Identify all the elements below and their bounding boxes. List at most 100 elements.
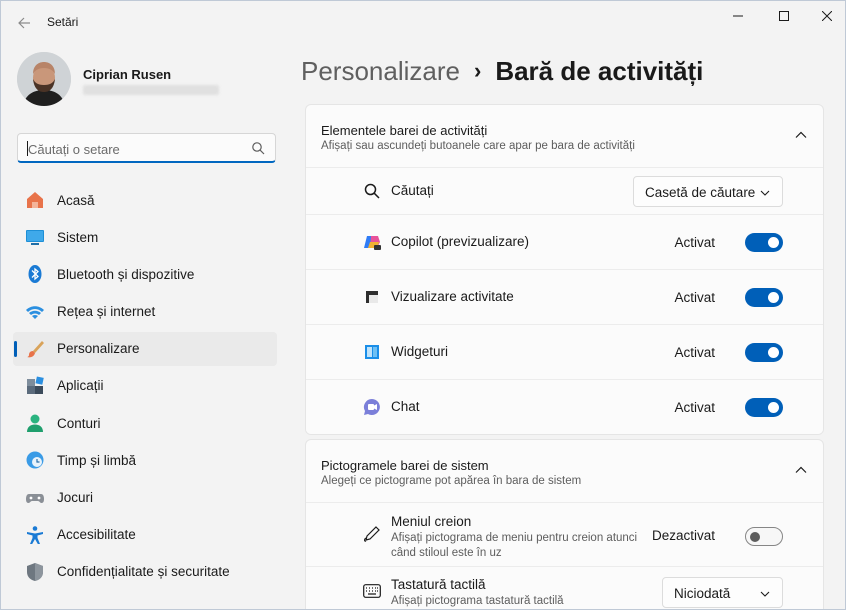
sidebar-item-time-language[interactable]: Timp și limbă — [13, 443, 277, 477]
app-title: Setări — [47, 15, 79, 29]
brush-icon — [25, 339, 45, 359]
copilot-toggle[interactable] — [745, 233, 783, 252]
taskbar-items-section: Elementele barei de activități Afișați s… — [305, 104, 824, 435]
task-view-toggle[interactable] — [745, 288, 783, 307]
copilot-icon — [363, 233, 381, 251]
sidebar-item-label: Acasă — [57, 192, 95, 208]
sidebar-item-label: Bluetooth și dispozitive — [57, 266, 195, 282]
toggle-state-label: Activat — [674, 290, 715, 305]
search-input[interactable] — [28, 140, 248, 158]
sidebar-item-personalization[interactable]: Personalizare — [13, 331, 277, 366]
section-title: Elementele barei de activități — [321, 123, 488, 138]
touch-keyboard-dropdown[interactable]: Niciodată — [662, 577, 783, 608]
maximize-button[interactable] — [761, 1, 807, 31]
clock-globe-icon — [25, 450, 45, 470]
section-header[interactable]: Elementele barei de activități Afișați s… — [306, 105, 823, 168]
sidebar-item-label: Rețea și internet — [57, 304, 156, 320]
system-tray-section: Pictogramele barei de sistem Alegeți ce … — [305, 439, 824, 609]
pen-menu-toggle[interactable] — [745, 527, 783, 546]
shield-icon — [25, 562, 45, 582]
home-icon — [25, 190, 45, 210]
person-icon — [25, 413, 45, 433]
dropdown-value: Casetă de căutare — [645, 185, 756, 200]
back-arrow-icon — [18, 17, 30, 29]
wifi-icon — [25, 302, 45, 322]
section-subtitle: Alegeți ce pictograme pot apărea în bara… — [321, 475, 582, 487]
sidebar-item-label: Timp și limbă — [57, 452, 137, 468]
accessibility-icon — [25, 525, 45, 545]
search-icon[interactable] — [251, 141, 265, 155]
setting-row-copilot: Copilot (previzualizare) Activat — [306, 215, 823, 270]
toggle-state-label: Activat — [674, 400, 715, 415]
setting-row-chat: Chat Activat — [306, 380, 823, 434]
section-title: Pictogramele barei de sistem — [321, 458, 489, 473]
setting-label: Tastatură tactilă — [391, 577, 486, 592]
setting-description: când stiloul este în uz — [391, 547, 502, 559]
toggle-state-label: Activat — [674, 235, 715, 250]
setting-label: Căutați — [391, 183, 434, 198]
sidebar-nav: Acasă Sistem Bluetooth și dispozitive Re… — [13, 183, 277, 592]
sidebar-item-label: Personalizare — [57, 341, 140, 357]
chevron-down-icon — [760, 190, 770, 196]
maximize-icon — [779, 11, 789, 21]
avatar[interactable] — [17, 52, 71, 106]
toggle-state-label: Dezactivat — [651, 528, 715, 543]
sidebar-item-home[interactable]: Acasă — [13, 183, 277, 217]
chevron-up-icon[interactable] — [795, 129, 807, 141]
title-bar: Setări — [1, 1, 845, 45]
sidebar-item-label: Accesibilitate — [57, 527, 136, 543]
profile-email-redacted — [83, 85, 219, 95]
chevron-up-icon[interactable] — [795, 464, 807, 476]
chevron-down-icon — [760, 591, 770, 597]
setting-row-touch-keyboard: Tastatură tactilă Afișați pictograma tas… — [306, 567, 823, 609]
minimize-button[interactable] — [715, 1, 761, 31]
setting-row-pen-menu: Meniul creion Afișați pictograma de meni… — [306, 503, 823, 567]
task-view-icon — [363, 288, 381, 306]
sidebar-item-privacy-security[interactable]: Confidențialitate și securitate — [13, 555, 277, 589]
gamepad-icon — [25, 488, 45, 508]
breadcrumb: Personalizare › Bară de activități — [301, 53, 703, 89]
toggle-state-label: Activat — [674, 345, 715, 360]
setting-label: Vizualizare activitate — [391, 289, 514, 304]
apps-icon — [25, 376, 45, 396]
setting-row-task-view: Vizualizare activitate Activat — [306, 270, 823, 325]
sidebar-item-accounts[interactable]: Conturi — [13, 406, 277, 440]
close-icon — [822, 11, 832, 21]
setting-label: Copilot (previzualizare) — [391, 234, 530, 249]
setting-row-widgets: Widgeturi Activat — [306, 325, 823, 380]
search-box[interactable] — [17, 133, 276, 163]
sidebar-item-label: Conturi — [57, 415, 101, 431]
sidebar-item-gaming[interactable]: Jocuri — [13, 481, 277, 515]
search-mode-dropdown[interactable]: Casetă de căutare — [633, 176, 783, 207]
sidebar-item-bluetooth[interactable]: Bluetooth și dispozitive — [13, 257, 277, 291]
close-button[interactable] — [804, 1, 845, 31]
dropdown-value: Niciodată — [674, 586, 731, 601]
sidebar-item-label: Confidențialitate și securitate — [57, 564, 230, 580]
user-photo-icon — [17, 52, 71, 106]
breadcrumb-parent[interactable]: Personalizare — [301, 56, 460, 87]
setting-label: Chat — [391, 399, 420, 414]
page-title: Bară de activități — [495, 55, 704, 86]
section-header[interactable]: Pictogramele barei de sistem Alegeți ce … — [306, 440, 823, 503]
chat-toggle[interactable] — [745, 398, 783, 417]
text-caret — [27, 141, 28, 156]
setting-row-search: Căutați Casetă de căutare — [306, 168, 823, 215]
bluetooth-icon — [25, 264, 45, 284]
pen-icon — [363, 525, 381, 543]
setting-label: Widgeturi — [391, 344, 449, 359]
sidebar-item-network[interactable]: Rețea și internet — [13, 295, 277, 329]
sidebar-item-label: Jocuri — [57, 490, 94, 505]
profile-name: Ciprian Rusen — [83, 67, 172, 82]
sidebar-item-accessibility[interactable]: Accesibilitate — [13, 518, 277, 552]
setting-description: Afișați pictograma tastatură tactilă — [391, 595, 564, 607]
system-icon — [25, 227, 45, 247]
chat-icon — [363, 398, 381, 416]
breadcrumb-separator: › — [473, 58, 482, 83]
back-button[interactable] — [13, 12, 35, 34]
sidebar-item-system[interactable]: Sistem — [13, 220, 277, 254]
sidebar-item-label: Sistem — [57, 229, 99, 245]
setting-label: Meniul creion — [391, 514, 472, 529]
settings-window: Setări Ciprian Rusen Căutați o setare Ac… — [0, 0, 846, 610]
sidebar-item-apps[interactable]: Aplicații — [13, 369, 277, 403]
widgets-toggle[interactable] — [745, 343, 783, 362]
